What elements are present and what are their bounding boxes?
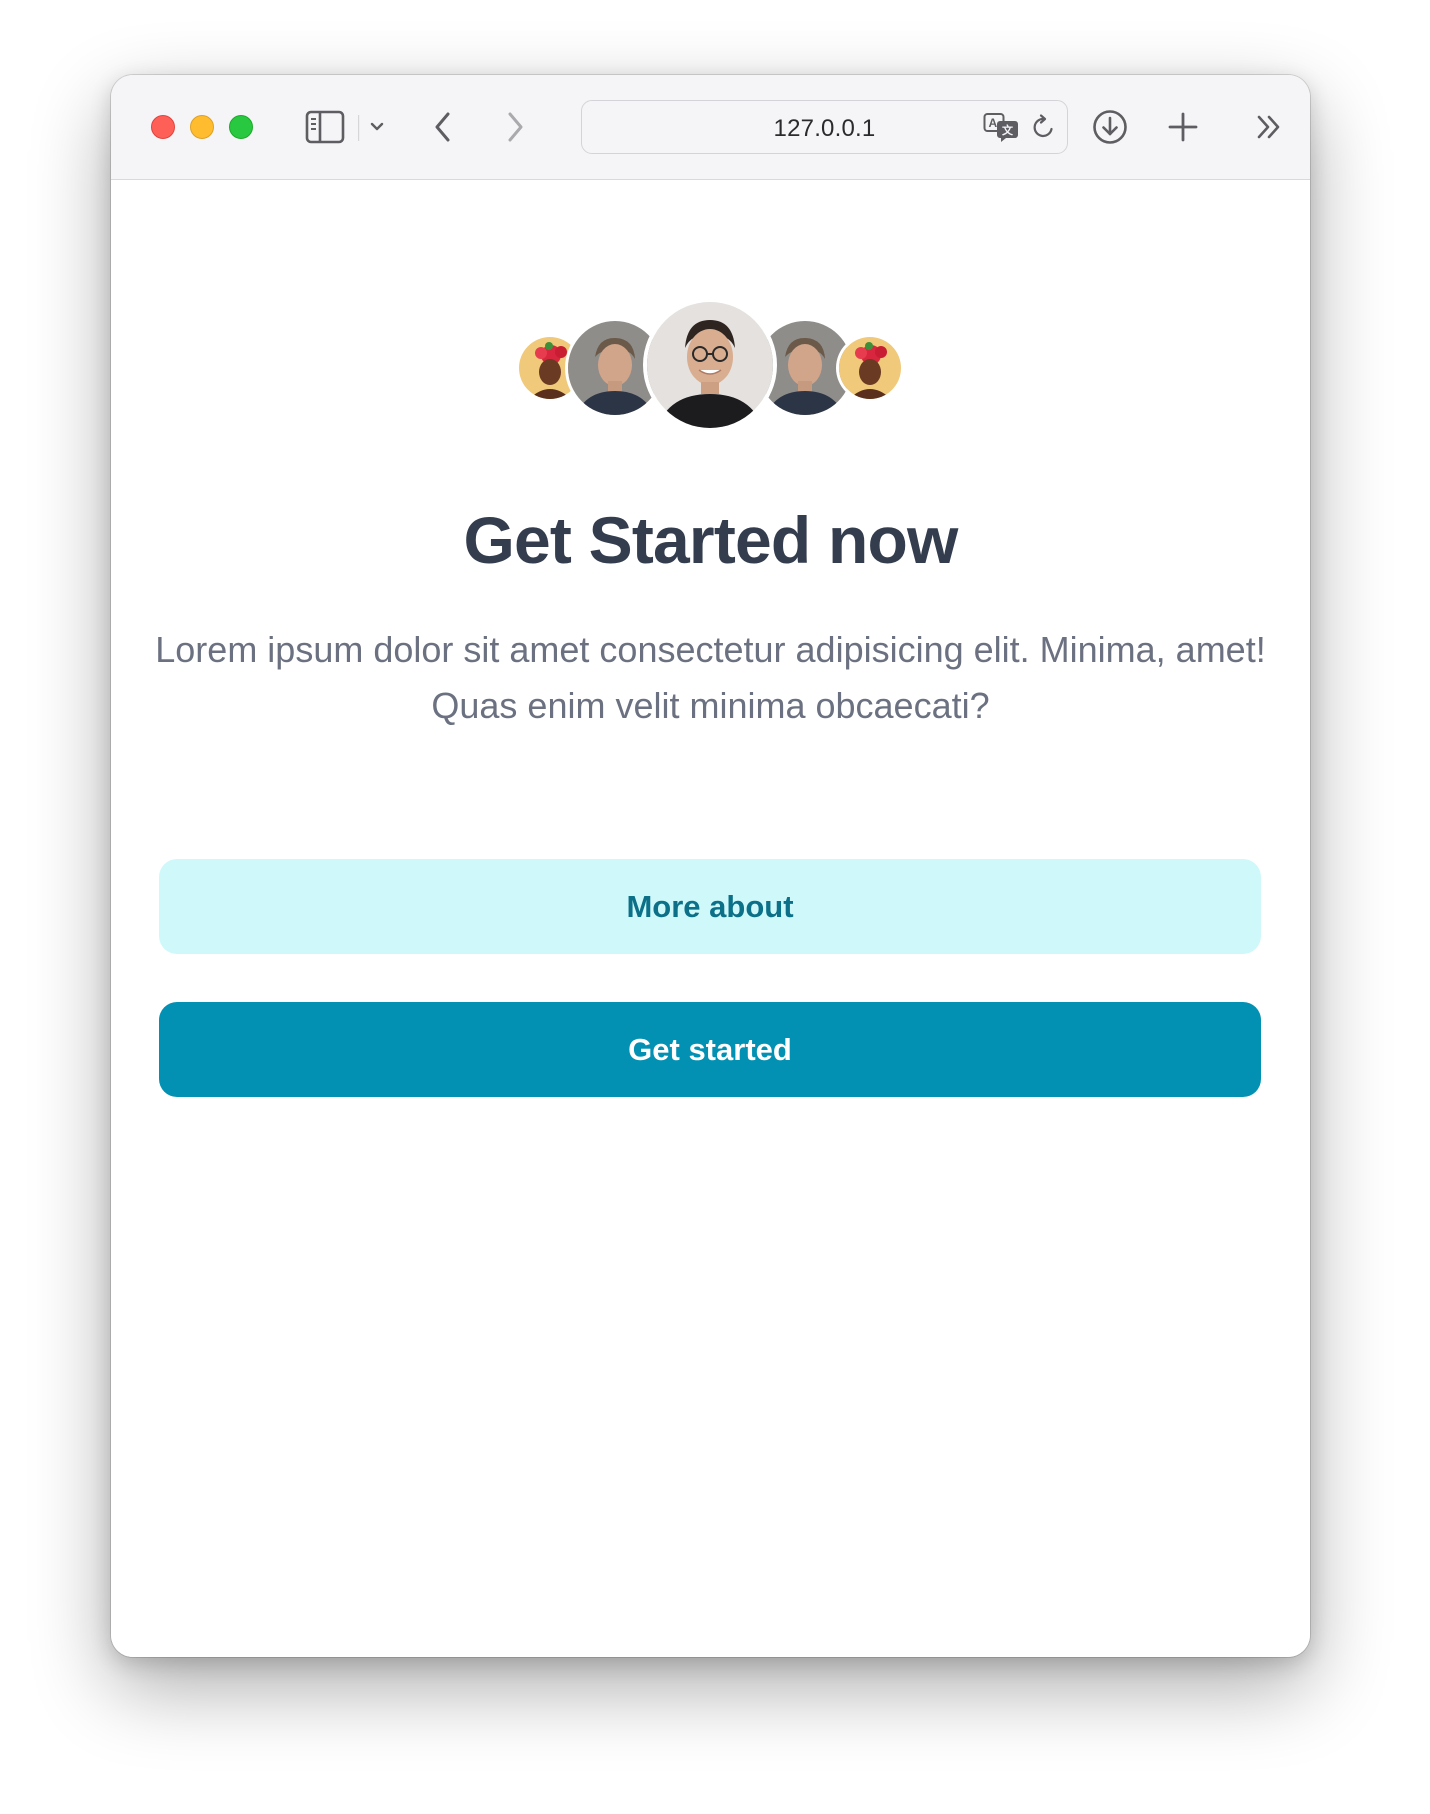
svg-text:文: 文 xyxy=(1002,123,1014,137)
translate-icon[interactable]: A 文 xyxy=(983,112,1021,142)
page-content: Get Started now Lorem ipsum dolor sit am… xyxy=(111,180,1310,1657)
forward-icon[interactable] xyxy=(503,110,527,144)
svg-text:A: A xyxy=(989,116,998,130)
more-icon[interactable] xyxy=(1256,113,1284,141)
page-title: Get Started now xyxy=(463,503,958,577)
get-started-button[interactable]: Get started xyxy=(159,1002,1261,1097)
more-about-button[interactable]: More about xyxy=(159,859,1261,954)
address-bar[interactable]: 127.0.0.1 A 文 xyxy=(581,100,1068,154)
reload-icon[interactable] xyxy=(1031,113,1057,141)
separator xyxy=(358,115,360,141)
screenshot-stage: 127.0.0.1 A 文 Get Started now Lorem ipsu… xyxy=(0,0,1430,1814)
avatar-woman-flowers xyxy=(839,337,901,399)
new-tab-icon[interactable] xyxy=(1167,111,1199,143)
close-window-button[interactable] xyxy=(151,115,175,139)
download-icon[interactable] xyxy=(1092,109,1128,145)
back-icon[interactable] xyxy=(431,110,455,144)
sidebar-icon[interactable] xyxy=(305,110,345,144)
zoom-window-button[interactable] xyxy=(229,115,253,139)
page-description: Lorem ipsum dolor sit amet consectetur a… xyxy=(155,629,1266,726)
browser-toolbar: 127.0.0.1 A 文 xyxy=(111,75,1310,180)
minimize-window-button[interactable] xyxy=(190,115,214,139)
browser-window: 127.0.0.1 A 文 Get Started now Lorem ipsu… xyxy=(111,75,1310,1657)
chevron-down-icon[interactable] xyxy=(369,121,385,133)
avatar-man-glasses xyxy=(647,302,773,428)
